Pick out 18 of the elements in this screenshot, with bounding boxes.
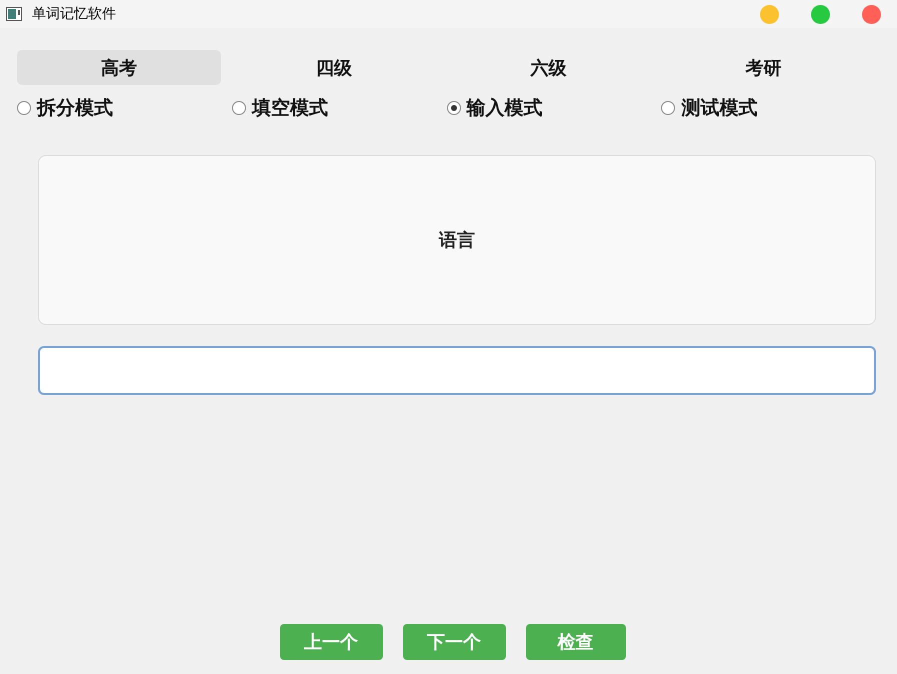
- maximize-button[interactable]: [811, 4, 830, 24]
- input-field[interactable]: [38, 346, 876, 395]
- mode-label: 拆分模式: [37, 97, 113, 121]
- window-title: 单词记忆软件: [32, 5, 116, 23]
- tab[interactable]: 四级: [232, 50, 436, 85]
- mode-label: 输入模式: [466, 96, 542, 121]
- tab[interactable]: 六级: [446, 50, 650, 85]
- mode-label: 测试模式: [681, 97, 758, 121]
- tab[interactable]: 考研: [661, 50, 866, 85]
- radio-button[interactable]: [17, 101, 31, 115]
- tab[interactable]: 高考: [17, 50, 221, 85]
- radio-button[interactable]: [446, 101, 460, 115]
- radio-button[interactable]: [661, 101, 676, 115]
- mode-label: 填空模式: [252, 96, 328, 121]
- word-text: 语言: [439, 229, 475, 252]
- close-button[interactable]: [862, 4, 881, 24]
- radio-button[interactable]: [232, 101, 246, 115]
- app-icon: [6, 7, 22, 21]
